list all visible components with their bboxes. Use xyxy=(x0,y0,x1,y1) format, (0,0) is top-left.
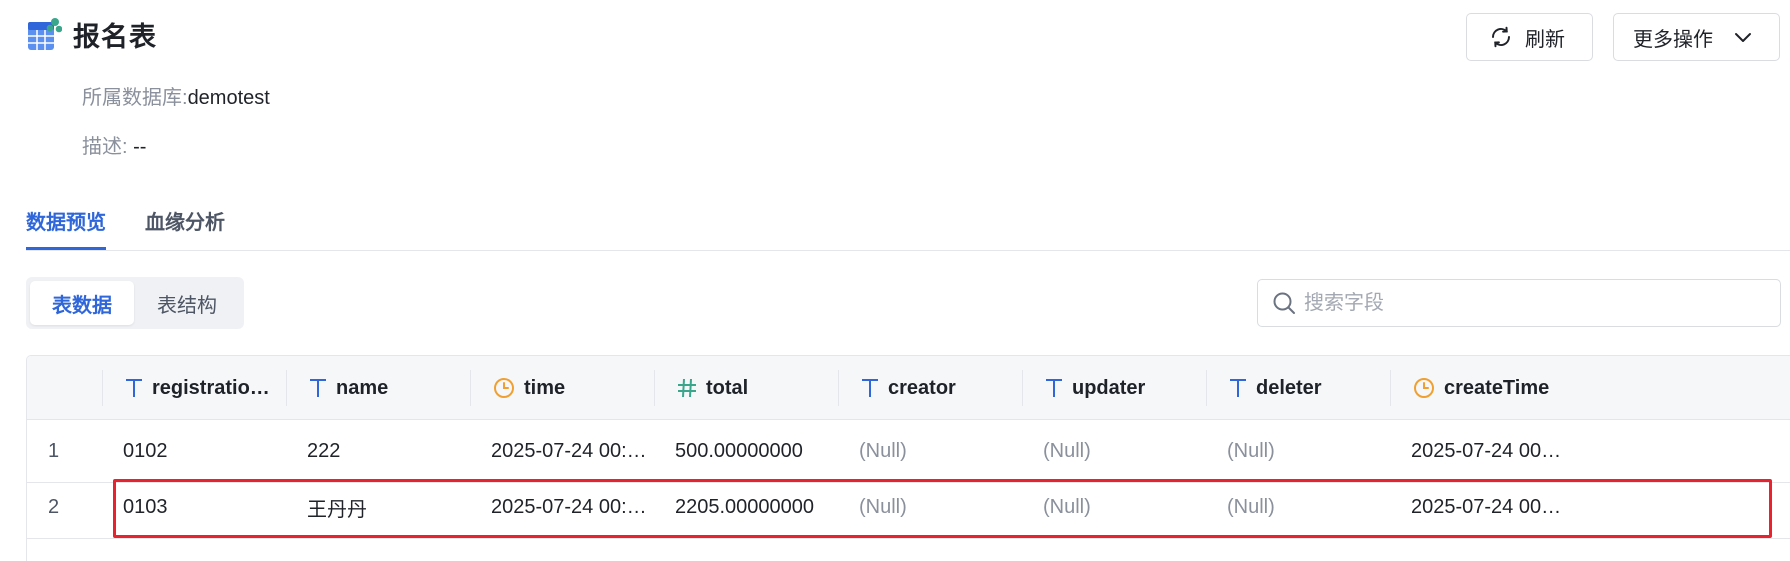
table-cell[interactable]: (Null) xyxy=(1022,420,1206,482)
clock-icon xyxy=(493,377,515,399)
table-cell[interactable]: (Null) xyxy=(838,420,1022,482)
search-field-box xyxy=(1257,279,1781,327)
column-label: name xyxy=(336,376,389,399)
column-label: createTime xyxy=(1444,376,1550,399)
hash-icon xyxy=(677,378,697,398)
text-type-icon xyxy=(309,378,327,398)
search-input[interactable] xyxy=(1304,291,1744,315)
table-cell[interactable]: (Null) xyxy=(1206,420,1390,482)
description-value: -- xyxy=(133,136,147,158)
text-type-icon xyxy=(125,378,143,398)
segment-table-data[interactable]: 表数据 xyxy=(30,281,134,325)
column-header-createtime[interactable]: createTime xyxy=(1390,356,1570,420)
text-type-icon xyxy=(1229,378,1247,398)
table-header-row: registratio… name time total creator upd… xyxy=(27,356,1790,420)
table-cell[interactable]: 222 xyxy=(286,420,470,482)
table-cell[interactable]: 2025-07-24 00:… xyxy=(470,420,654,482)
segment-table-structure[interactable]: 表结构 xyxy=(134,281,240,325)
text-type-icon xyxy=(1045,378,1063,398)
more-actions-label: 更多操作 xyxy=(1633,28,1713,51)
text-type-icon xyxy=(861,378,879,398)
column-header-creator[interactable]: creator xyxy=(838,356,1022,420)
table-cell[interactable]: 2025-07-24 00:… xyxy=(1390,420,1566,482)
table-icon xyxy=(26,14,63,54)
column-header-registration[interactable]: registratio… xyxy=(102,356,286,420)
database-value: demotest xyxy=(187,87,270,109)
column-label: creator xyxy=(888,376,956,399)
table-cell[interactable]: 500.00000000 xyxy=(654,420,838,482)
chevron-down-icon xyxy=(1733,27,1753,47)
row-index: 2 xyxy=(48,495,60,518)
page-header: 报名表 xyxy=(26,14,157,54)
page-title: 报名表 xyxy=(73,21,157,52)
search-icon xyxy=(1272,291,1296,315)
column-label: time xyxy=(524,376,566,399)
row-index: 1 xyxy=(48,439,60,462)
column-header-updater[interactable]: updater xyxy=(1022,356,1206,420)
column-header-total[interactable]: total xyxy=(654,356,838,420)
tab-lineage-analysis[interactable]: 血缘分析 xyxy=(145,206,225,235)
column-label: deleter xyxy=(1256,376,1322,399)
description-label: 描述: xyxy=(82,136,128,158)
column-header-deleter[interactable]: deleter xyxy=(1206,356,1390,420)
column-header-name[interactable]: name xyxy=(286,356,470,420)
refresh-button[interactable]: 刷新 xyxy=(1466,13,1593,61)
view-segment-control: 表数据 表结构 xyxy=(26,277,244,329)
more-actions-dropdown[interactable]: 更多操作 xyxy=(1613,13,1780,61)
column-label: registratio… xyxy=(152,376,270,399)
clock-icon xyxy=(1413,377,1435,399)
column-header-time[interactable]: time xyxy=(470,356,654,420)
description-info: 描述: -- xyxy=(82,130,146,159)
tab-data-preview[interactable]: 数据预览 xyxy=(26,206,106,250)
refresh-icon xyxy=(1489,25,1513,49)
table-row[interactable]: 1 0102 222 2025-07-24 00:… 500.00000000 … xyxy=(27,420,1790,483)
database-info: 所属数据库:demotest xyxy=(82,81,270,110)
refresh-label: 刷新 xyxy=(1525,28,1565,51)
table-cell[interactable]: 0102 xyxy=(102,420,286,482)
column-label: total xyxy=(706,376,749,399)
tab-bar: 数据预览 血缘分析 xyxy=(26,200,1790,251)
database-label: 所属数据库: xyxy=(82,87,188,109)
column-label: updater xyxy=(1072,376,1146,399)
selected-row-highlight xyxy=(113,479,1772,538)
